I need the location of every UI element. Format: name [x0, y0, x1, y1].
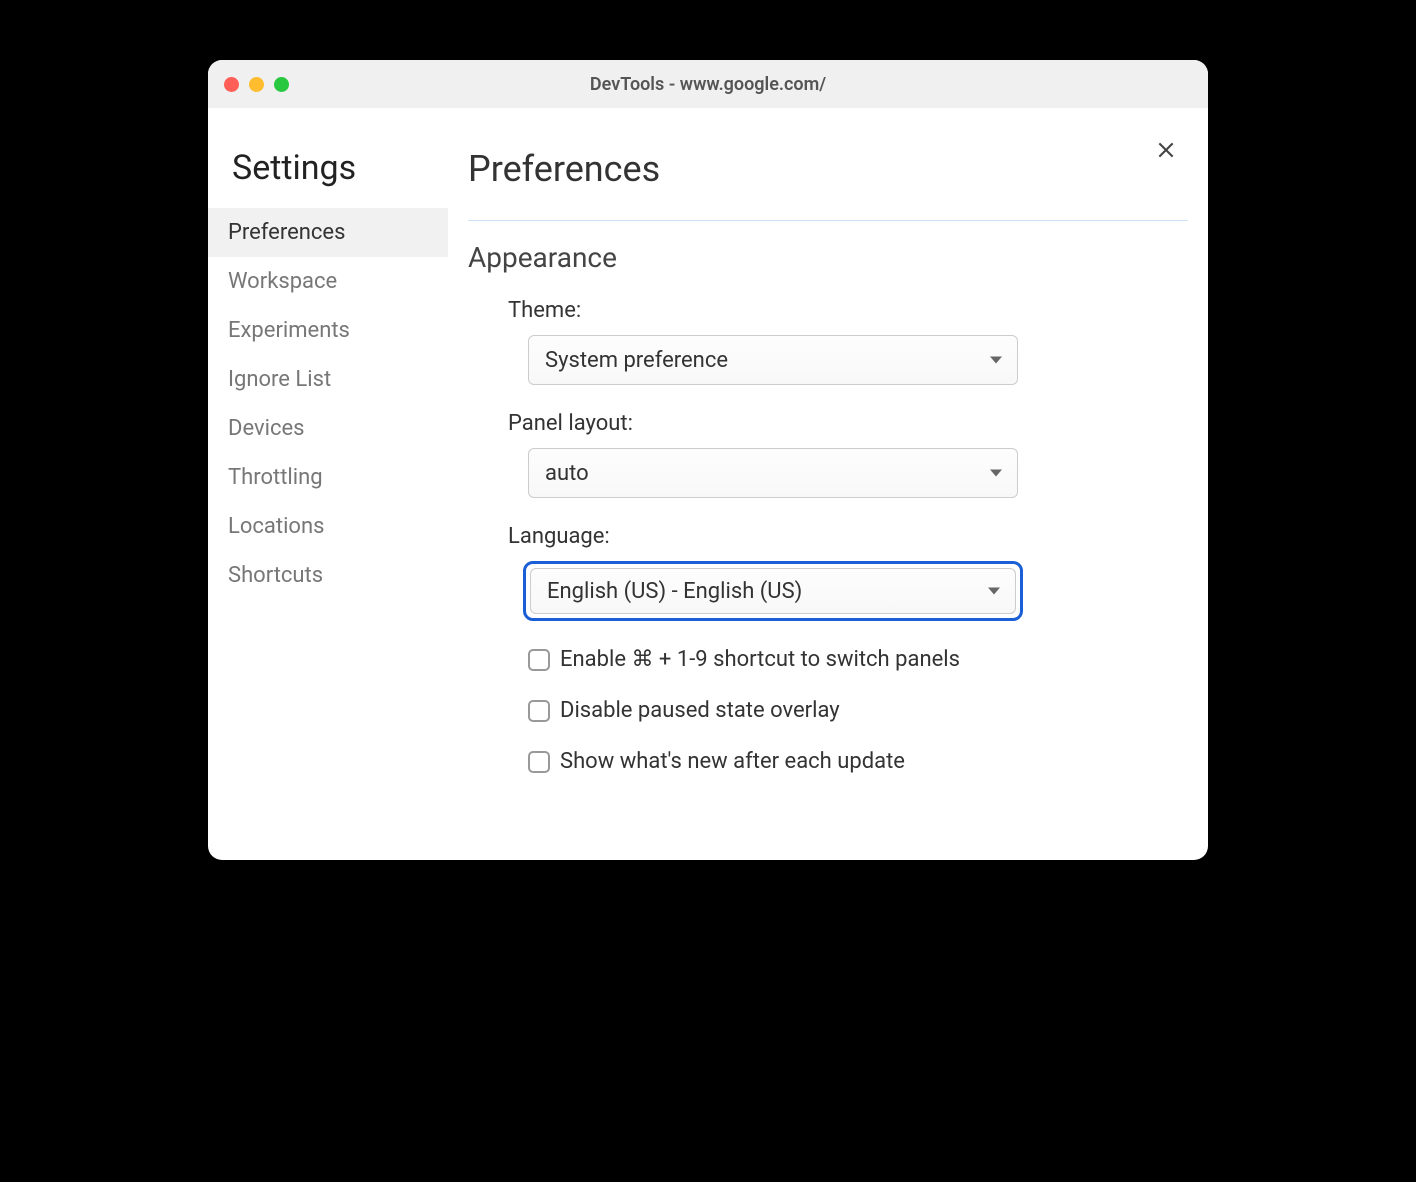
chevron-down-icon [990, 470, 1002, 477]
sidebar-item-label: Workspace [228, 269, 337, 294]
language-label: Language: [508, 524, 1174, 549]
sidebar-item-locations[interactable]: Locations [208, 502, 448, 551]
chevron-down-icon [990, 357, 1002, 364]
sidebar-item-ignore-list[interactable]: Ignore List [208, 355, 448, 404]
window-title: DevTools - www.google.com/ [590, 74, 826, 95]
sidebar-item-label: Preferences [228, 220, 345, 245]
sidebar-item-label: Experiments [228, 318, 350, 343]
sidebar-item-throttling[interactable]: Throttling [208, 453, 448, 502]
theme-label: Theme: [508, 298, 1174, 323]
settings-sidebar: Settings Preferences Workspace Experimen… [208, 108, 448, 860]
language-select-value: English (US) - English (US) [547, 579, 802, 604]
sidebar-item-label: Shortcuts [228, 563, 323, 588]
titlebar: DevTools - www.google.com/ [208, 60, 1208, 108]
sidebar-item-shortcuts[interactable]: Shortcuts [208, 551, 448, 600]
sidebar-item-workspace[interactable]: Workspace [208, 257, 448, 306]
traffic-lights [224, 77, 289, 92]
window-minimize-button[interactable] [249, 77, 264, 92]
sidebar-item-experiments[interactable]: Experiments [208, 306, 448, 355]
panel-layout-setting: Panel layout: auto [508, 411, 1174, 498]
section-title-appearance: Appearance [468, 241, 1174, 274]
sidebar-item-label: Ignore List [228, 367, 331, 392]
sidebar-item-label: Throttling [228, 465, 323, 490]
sidebar-item-label: Devices [228, 416, 305, 441]
close-settings-button[interactable] [1152, 136, 1180, 164]
language-setting: Language: English (US) - English (US) [508, 524, 1174, 621]
sidebar-item-devices[interactable]: Devices [208, 404, 448, 453]
panel-layout-select-value: auto [545, 461, 589, 486]
enable-shortcut-checkbox-row[interactable]: Enable ⌘ + 1-9 shortcut to switch panels [528, 647, 1174, 672]
language-select[interactable]: English (US) - English (US) [530, 568, 1016, 614]
theme-select[interactable]: System preference [528, 335, 1018, 385]
panel-layout-label: Panel layout: [508, 411, 1174, 436]
window-maximize-button[interactable] [274, 77, 289, 92]
show-whats-new-checkbox-row[interactable]: Show what's new after each update [528, 749, 1174, 774]
disable-paused-overlay-checkbox[interactable] [528, 700, 550, 722]
sidebar-item-preferences[interactable]: Preferences [208, 208, 448, 257]
page-title: Preferences [468, 148, 1188, 190]
panel-layout-select-wrapper: auto [528, 448, 1018, 498]
preferences-scroll-area[interactable]: Appearance Theme: System preference Pane… [468, 220, 1188, 852]
close-icon [1156, 140, 1176, 160]
panel-layout-select[interactable]: auto [528, 448, 1018, 498]
devtools-settings-window: DevTools - www.google.com/ Settings Pref… [208, 60, 1208, 860]
disable-paused-overlay-checkbox-row[interactable]: Disable paused state overlay [528, 698, 1174, 723]
disable-paused-overlay-label: Disable paused state overlay [560, 698, 840, 723]
show-whats-new-checkbox[interactable] [528, 751, 550, 773]
content-area: Settings Preferences Workspace Experimen… [208, 108, 1208, 860]
enable-shortcut-label: Enable ⌘ + 1-9 shortcut to switch panels [560, 647, 960, 672]
theme-select-value: System preference [545, 348, 728, 373]
main-panel: Preferences Appearance Theme: System pre… [448, 108, 1208, 860]
sidebar-item-label: Locations [228, 514, 324, 539]
sidebar-title: Settings [208, 148, 448, 208]
window-close-button[interactable] [224, 77, 239, 92]
enable-shortcut-checkbox[interactable] [528, 649, 550, 671]
language-select-wrapper: English (US) - English (US) [523, 561, 1023, 621]
chevron-down-icon [988, 588, 1000, 595]
theme-setting: Theme: System preference [508, 298, 1174, 385]
theme-select-wrapper: System preference [528, 335, 1018, 385]
show-whats-new-label: Show what's new after each update [560, 749, 905, 774]
